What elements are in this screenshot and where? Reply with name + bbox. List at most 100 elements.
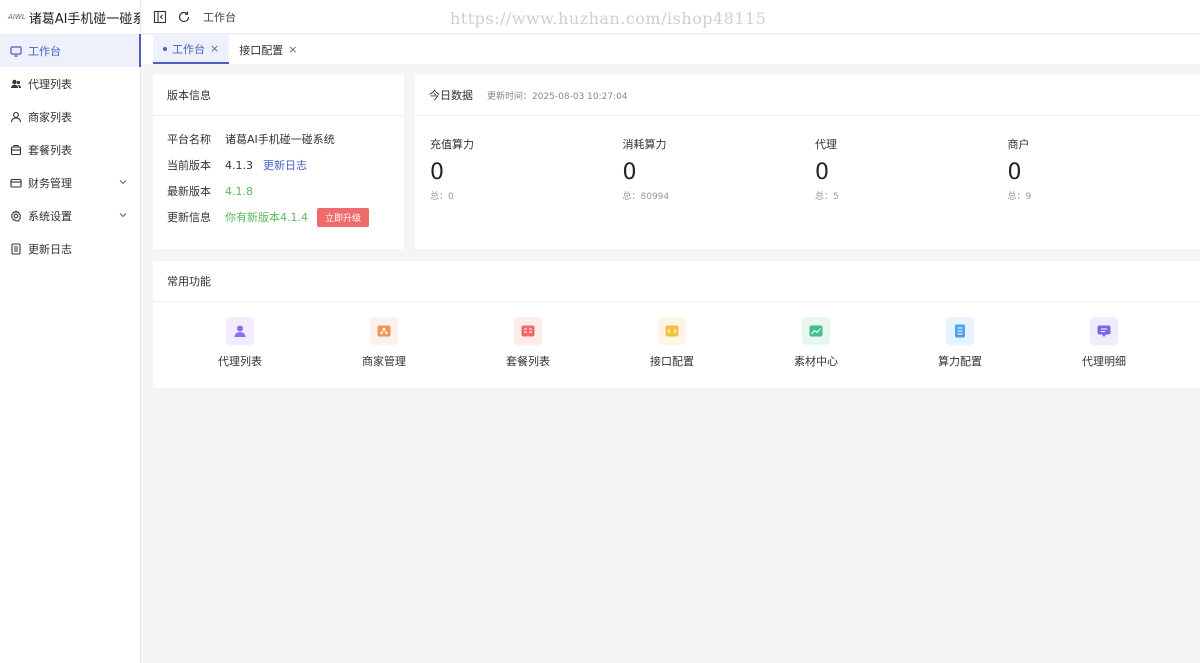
row-key: 当前版本 xyxy=(167,159,211,172)
func-label: 代理列表 xyxy=(218,355,262,368)
stat-total: 总：80994 xyxy=(622,192,670,202)
row-value: 4.1.3 xyxy=(225,158,253,172)
stat-value: 0 xyxy=(622,160,637,185)
func-label: 算力配置 xyxy=(938,355,982,368)
active-dot-icon xyxy=(163,46,167,51)
func-agent-detail[interactable]: 代理明细 xyxy=(1032,317,1176,369)
sidebar: AIWL 诸葛AI手机碰一碰系 工作台 代理列表 商家列表 套餐列表 财务管理 xyxy=(0,0,141,663)
sidebar-item-workbench[interactable]: 工作台 xyxy=(0,34,141,67)
tab-workbench[interactable]: 工作台 × xyxy=(153,35,230,64)
func-merchant-mgmt[interactable]: 商家管理 xyxy=(312,317,456,369)
row-key: 更新信息 xyxy=(167,211,211,224)
stat-label: 充值算力 xyxy=(430,138,474,151)
stat-total: 总：9 xyxy=(1007,192,1032,202)
gear-icon xyxy=(10,209,22,222)
compute-config-icon xyxy=(946,317,974,345)
stat-consume: 消耗算力 0 总：80994 xyxy=(623,136,816,202)
chevron-down-icon[interactable] xyxy=(118,177,128,187)
material-center-icon xyxy=(802,317,830,345)
stat-label: 商户 xyxy=(1007,138,1030,151)
sidebar-item-packages[interactable]: 套餐列表 xyxy=(0,133,140,166)
monitor-icon xyxy=(10,45,22,57)
changelog-link[interactable]: 更新日志 xyxy=(263,157,307,173)
version-card: 版本信息 平台名称 诸葛AI手机碰一碰系统 当前版本 4.1.3 更新日志 最新… xyxy=(153,75,404,249)
row-value: 4.1.8 xyxy=(225,184,253,198)
card-title: 常用功能 xyxy=(153,261,1200,302)
func-api-config[interactable]: 接口配置 xyxy=(600,317,744,369)
platform-row: 平台名称 诸葛AI手机碰一碰系统 xyxy=(153,126,404,152)
tab-api-config[interactable]: 接口配置 × xyxy=(229,35,307,64)
brand-title: 诸葛AI手机碰一碰系 xyxy=(28,11,140,27)
row-key: 平台名称 xyxy=(167,133,211,146)
sidebar-item-finance[interactable]: 财务管理 xyxy=(0,166,140,199)
stats-row: 充值算力 0 总：0 消耗算力 0 总：80994 代理 0 总：5 商户 0 … xyxy=(415,116,1200,202)
row-value: 你有新版本4.1.4 xyxy=(225,211,308,224)
stat-label: 代理 xyxy=(815,138,837,151)
stat-value: 0 xyxy=(430,160,444,185)
close-icon[interactable]: × xyxy=(288,43,297,56)
row-value: 诸葛AI手机碰一碰系统 xyxy=(225,133,335,146)
upgrade-button[interactable]: 立即升级 xyxy=(317,207,370,227)
stat-value: 0 xyxy=(815,160,829,185)
sidebar-item-changelog[interactable]: 更新日志 xyxy=(0,232,140,265)
stat-total: 总：0 xyxy=(430,192,454,202)
tab-bar: 工作台 × 接口配置 × xyxy=(141,35,1200,64)
today-data-card: 今日数据 更新时间：2025-08-03 10:27:04 充值算力 0 总：0… xyxy=(415,75,1200,249)
brand-logo: AIWL xyxy=(8,13,26,21)
sidebar-item-label: 商家列表 xyxy=(28,110,72,124)
common-functions-card: 常用功能 代理列表 商家管理 套餐列表 接口配置 素材中心 算力配置 代理明细 xyxy=(153,261,1200,388)
breadcrumb: 工作台 xyxy=(203,10,236,24)
func-label: 套餐列表 xyxy=(506,355,550,368)
user-icon xyxy=(10,111,22,123)
sidebar-item-merchants[interactable]: 商家列表 xyxy=(0,100,140,133)
sidebar-item-agents[interactable]: 代理列表 xyxy=(0,67,140,100)
latest-version-row: 最新版本 4.1.8 xyxy=(153,178,404,204)
func-compute-config[interactable]: 算力配置 xyxy=(888,317,1032,369)
row-key: 最新版本 xyxy=(167,185,211,198)
api-config-icon xyxy=(658,317,686,345)
users-icon xyxy=(10,78,22,90)
tab-label: 接口配置 xyxy=(239,43,284,57)
func-label: 素材中心 xyxy=(794,355,838,368)
package-icon xyxy=(10,144,22,156)
func-label: 接口配置 xyxy=(650,355,694,368)
agent-list-icon xyxy=(226,317,254,345)
wallet-icon xyxy=(10,177,22,189)
package-list-icon xyxy=(514,317,542,345)
stat-merchants: 商户 0 总：9 xyxy=(1008,136,1200,202)
stat-value: 0 xyxy=(1007,160,1022,185)
card-title: 今日数据 xyxy=(429,89,473,102)
func-label: 代理明细 xyxy=(1082,355,1126,368)
func-agent-list[interactable]: 代理列表 xyxy=(168,317,312,369)
refresh-icon[interactable] xyxy=(177,10,191,24)
agent-detail-icon xyxy=(1090,317,1118,345)
sidebar-item-settings[interactable]: 系统设置 xyxy=(0,199,140,232)
close-icon[interactable]: × xyxy=(210,42,219,55)
sidebar-item-label: 套餐列表 xyxy=(28,143,72,157)
chevron-down-icon[interactable] xyxy=(118,210,128,220)
sidebar-item-label: 系统设置 xyxy=(28,209,72,223)
collapse-sidebar-icon[interactable] xyxy=(153,10,167,24)
current-version-row: 当前版本 4.1.3 更新日志 xyxy=(153,152,404,178)
func-label: 商家管理 xyxy=(362,355,406,368)
stat-recharge: 充值算力 0 总：0 xyxy=(430,136,623,202)
sidebar-item-label: 代理列表 xyxy=(28,77,72,91)
update-info-row: 更新信息 你有新版本4.1.4 立即升级 xyxy=(153,204,404,230)
update-time: 更新时间：2025-08-03 10:27:04 xyxy=(487,91,628,102)
stat-label: 消耗算力 xyxy=(622,138,667,151)
watermark: https://www.huzhan.com/ishop48115 xyxy=(450,9,767,28)
merchant-mgmt-icon xyxy=(370,317,398,345)
brand[interactable]: AIWL 诸葛AI手机碰一碰系 xyxy=(0,0,140,34)
card-header: 今日数据 更新时间：2025-08-03 10:27:04 xyxy=(415,75,1200,116)
sidebar-item-label: 更新日志 xyxy=(28,242,72,256)
tab-label: 工作台 xyxy=(172,42,205,56)
stat-total: 总：5 xyxy=(815,192,839,202)
func-material-center[interactable]: 素材中心 xyxy=(744,317,888,369)
card-title: 版本信息 xyxy=(153,75,404,116)
log-icon xyxy=(10,242,22,255)
func-package-list[interactable]: 套餐列表 xyxy=(456,317,600,369)
sidebar-item-label: 财务管理 xyxy=(28,176,72,190)
stat-agents: 代理 0 总：5 xyxy=(815,136,1008,202)
function-grid: 代理列表 商家管理 套餐列表 接口配置 素材中心 算力配置 代理明细 xyxy=(153,302,1200,369)
sidebar-item-label: 工作台 xyxy=(28,44,61,58)
